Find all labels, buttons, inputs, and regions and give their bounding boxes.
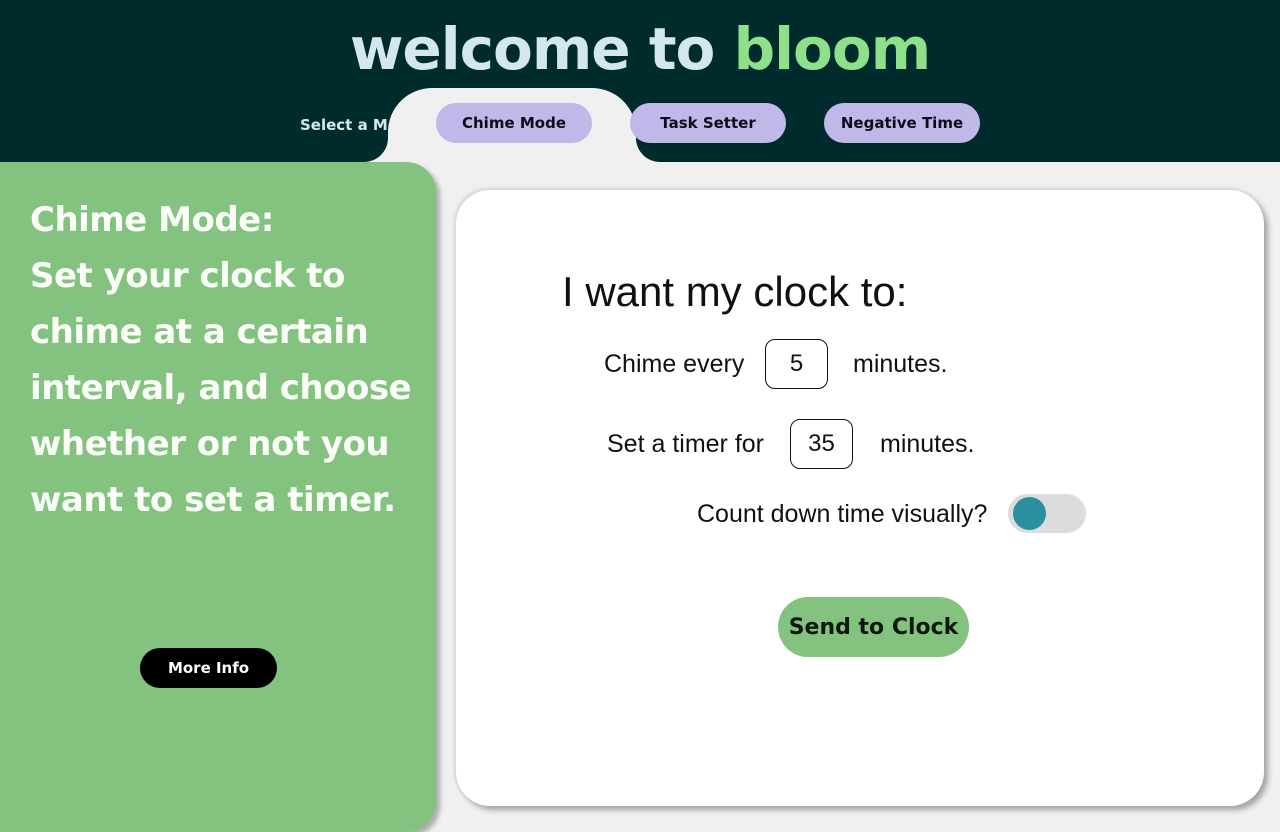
task-setter-button[interactable]: Task Setter [630,103,786,143]
mode-info-heading: Chime Mode: [30,200,274,240]
app-header: welcome to bloom Select a Mode: Chime Mo… [0,0,1280,162]
chime-mode-button[interactable]: Chime Mode [436,103,592,143]
timer-duration-input[interactable] [790,419,853,469]
chime-minutes-label: minutes. [853,350,948,378]
timer-minutes-label: minutes. [880,430,975,458]
countdown-toggle[interactable] [1008,494,1086,533]
more-info-button[interactable]: More Info [140,648,277,688]
chime-interval-input[interactable] [765,339,828,389]
timer-label: Set a timer for [607,430,764,458]
title-brand: bloom [733,15,932,83]
mode-info-panel: Chime Mode: Set your clock to chime at a… [0,162,436,832]
settings-card: I want my clock to: Chime every minutes.… [456,190,1264,806]
toggle-knob [1013,497,1046,530]
send-to-clock-button[interactable]: Send to Clock [778,597,969,657]
countdown-label: Count down time visually? [697,500,988,528]
settings-title: I want my clock to: [562,268,908,315]
chime-every-label: Chime every [604,350,745,378]
mode-info-description: Set your clock to chime at a certain int… [30,256,412,520]
title-welcome: welcome to [349,15,716,83]
page-title: welcome to bloom [0,14,1280,84]
negative-time-button[interactable]: Negative Time [824,103,980,143]
